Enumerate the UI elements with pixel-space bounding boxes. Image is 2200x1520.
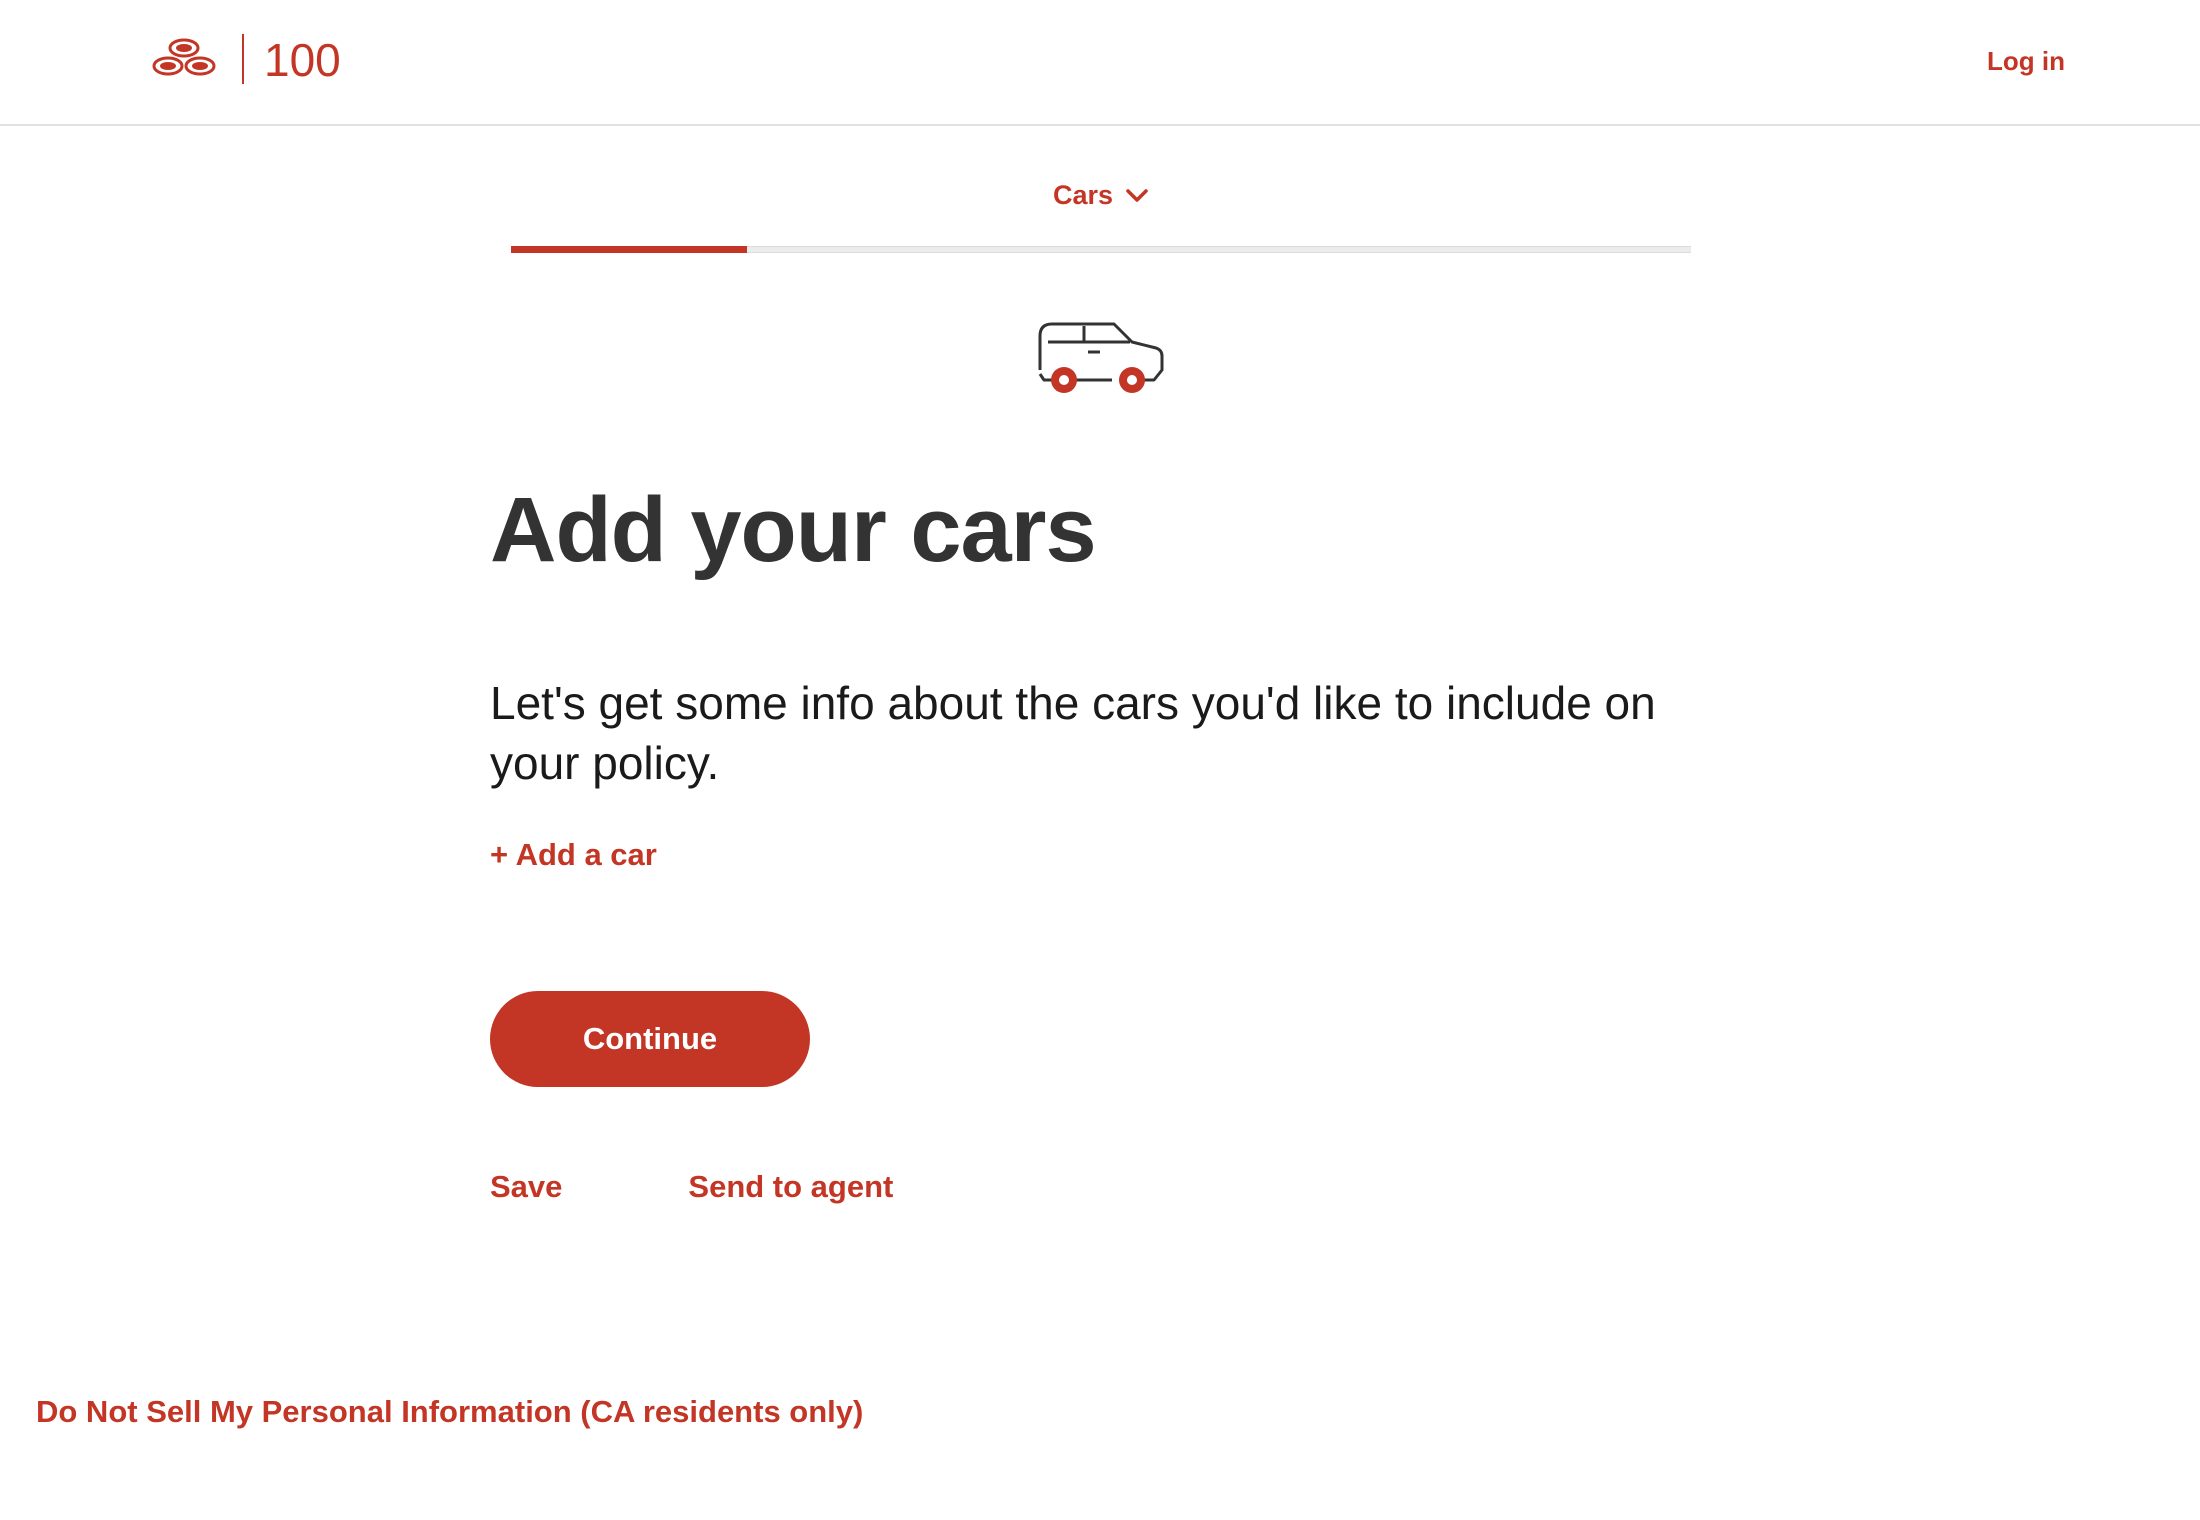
main-content: Add your cars Let's get some info about … [490,479,1750,1205]
brand-logo[interactable]: 100 [150,34,394,84]
section-dropdown-toggle[interactable]: Cars [511,180,1691,211]
centennial-100-logo: 100 [264,36,341,82]
three-ovals-logo-icon [152,38,216,76]
logo-divider [242,34,244,84]
svg-text:100: 100 [264,36,341,82]
login-link[interactable]: Log in [1987,46,2065,77]
section-label: Cars [1052,180,1114,210]
car-icon [1038,322,1164,393]
page-title: Add your cars [490,479,1097,581]
do-not-sell-link[interactable]: Do Not Sell My Personal Information (CA … [36,1394,863,1430]
intro-text: Let's get some info about the cars you'd… [490,677,1656,790]
send-to-agent-link[interactable]: Send to agent [688,1169,893,1205]
site-header: 100 Log in [0,0,2200,126]
continue-button[interactable]: Continue [490,991,810,1088]
progress-fill [511,246,747,253]
secondary-actions: Save Send to agent [490,1169,1750,1205]
chevron-down-icon [1126,188,1148,202]
save-link[interactable]: Save [490,1169,562,1205]
add-car-link[interactable]: + Add a car [490,837,657,873]
